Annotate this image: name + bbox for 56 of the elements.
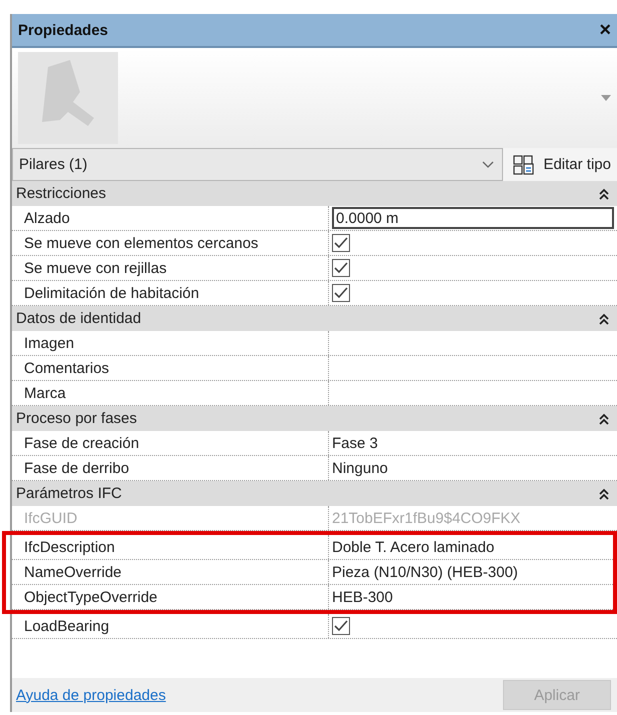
property-label: Alzado	[24, 210, 70, 226]
close-button[interactable]: ×	[599, 18, 611, 42]
group-title: Parámetros IFC	[16, 485, 122, 502]
property-label: ObjectTypeOverride	[24, 588, 158, 606]
property-row[interactable]: LoadBearing	[12, 614, 617, 639]
property-label: Imagen	[24, 334, 74, 352]
group-header[interactable]: Datos de identidad	[12, 306, 617, 331]
property-label: Fase de creación	[24, 434, 140, 452]
property-row[interactable]: NameOverride Pieza (N10/N30) (HEB-300)	[12, 560, 613, 585]
collapse-icon[interactable]	[599, 488, 609, 500]
checkbox[interactable]	[332, 284, 350, 302]
property-value: Fase 3	[332, 434, 378, 452]
help-link[interactable]: Ayuda de propiedades	[16, 686, 166, 704]
dropdown-arrow-icon[interactable]	[601, 95, 611, 101]
type-dropdown[interactable]: Pilares (1)	[12, 148, 504, 181]
property-row[interactable]: ObjectTypeOverride HEB-300	[12, 585, 613, 610]
collapse-icon[interactable]	[599, 188, 609, 200]
property-label: IfcGUID	[24, 510, 78, 526]
collapse-icon[interactable]	[599, 412, 609, 424]
property-label: Se mueve con elementos cercanos	[24, 234, 258, 252]
collapse-icon[interactable]	[599, 312, 609, 324]
property-row[interactable]: Alzado 0.0000 m	[12, 206, 617, 231]
edit-type-button[interactable]: Editar tipo	[503, 148, 617, 181]
property-value: Ninguno	[332, 460, 388, 476]
group-title: Proceso por fases	[16, 410, 137, 427]
property-label: Se mueve con rejillas	[24, 260, 167, 276]
checkbox[interactable]	[332, 234, 350, 252]
property-label: LoadBearing	[24, 618, 110, 634]
checkbox[interactable]	[332, 617, 350, 635]
checkbox[interactable]	[332, 259, 350, 277]
type-thumbnail-icon	[18, 52, 118, 144]
property-row[interactable]: Se mueve con elementos cercanos	[12, 231, 617, 256]
group-title: Datos de identidad	[16, 310, 142, 327]
property-row[interactable]: IfcDescription Doble T. Acero laminado	[12, 535, 613, 560]
value-field[interactable]: 0.0000 m	[332, 207, 614, 229]
property-value: Doble T. Acero laminado	[332, 538, 494, 556]
property-row[interactable]: Fase de creación Fase 3	[12, 431, 617, 456]
edit-type-icon	[513, 154, 536, 174]
window-title: Propiedades	[18, 22, 108, 38]
property-label: Delimitación de habitación	[24, 284, 200, 302]
property-label: Marca	[24, 384, 66, 402]
property-label: NameOverride	[24, 564, 122, 580]
property-value: 21TobEFxr1fBu9$4CO9FKX	[332, 510, 520, 526]
chevron-down-icon	[482, 161, 494, 168]
group-header[interactable]: Restricciones	[12, 181, 617, 206]
property-value: Pieza (N10/N30) (HEB-300)	[332, 564, 518, 580]
group-header[interactable]: Proceso por fases	[12, 406, 617, 431]
property-row[interactable]: Comentarios	[12, 356, 617, 381]
group-title: Restricciones	[16, 185, 106, 202]
property-row[interactable]: Se mueve con rejillas	[12, 256, 617, 281]
property-label: Fase de derribo	[24, 460, 130, 476]
group-header[interactable]: Parámetros IFC	[12, 481, 617, 506]
property-label: IfcDescription	[24, 538, 115, 556]
property-row[interactable]: Imagen	[12, 331, 617, 356]
property-value: HEB-300	[332, 588, 393, 606]
property-label: Comentarios	[24, 360, 110, 376]
